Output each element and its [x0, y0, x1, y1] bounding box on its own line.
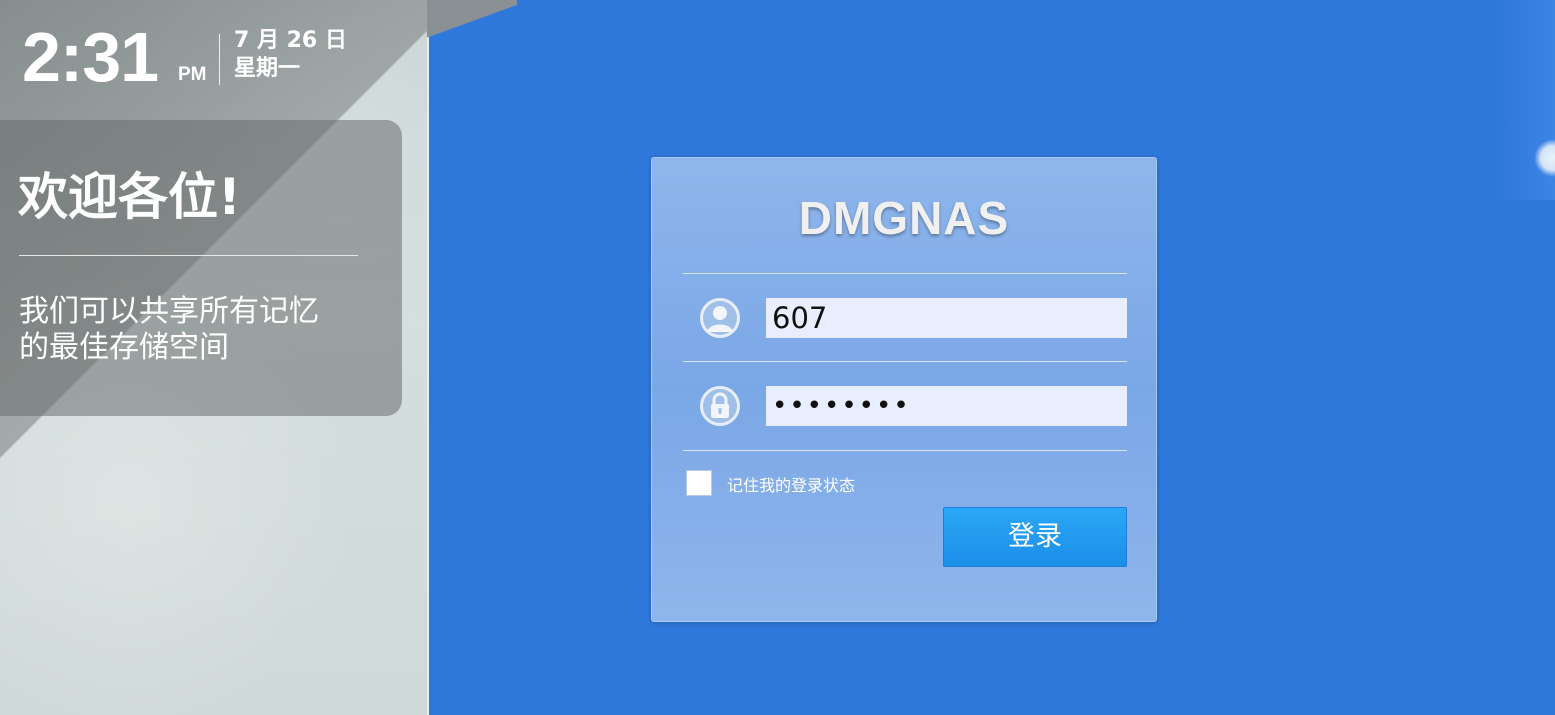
login-divider: [683, 273, 1127, 274]
clock-ampm: PM: [178, 64, 207, 85]
clock-time: 2:31: [22, 18, 159, 96]
remember-checkbox[interactable]: [686, 470, 712, 496]
welcome-message-line2: 的最佳存储空间: [19, 330, 229, 365]
password-input[interactable]: [766, 386, 1127, 426]
remember-label[interactable]: 记住我的登录状态: [727, 472, 855, 496]
welcome-message: 我们可以共享所有记忆 的最佳存储空间: [19, 294, 364, 366]
clock-date: 7 月 26 日: [234, 28, 347, 53]
welcome-message-line1: 我们可以共享所有记忆: [19, 294, 319, 329]
clock-separator: [219, 34, 220, 85]
login-divider: [683, 361, 1127, 362]
login-card: DMGNAS 记住我的登录状态 登录: [651, 157, 1157, 622]
welcome-title: 欢迎各位!: [18, 168, 241, 226]
login-button[interactable]: 登录: [943, 507, 1127, 567]
welcome-card: 欢迎各位! 我们可以共享所有记忆 的最佳存储空间: [0, 120, 402, 416]
wallpaper-shard: [427, 0, 517, 50]
login-title: DMGNAS: [798, 192, 1010, 244]
clock-weekday: 星期一: [234, 56, 301, 81]
user-icon: [700, 298, 740, 338]
welcome-divider: [19, 255, 358, 256]
login-divider: [683, 450, 1127, 451]
username-input[interactable]: [766, 298, 1127, 338]
lock-icon: [700, 386, 740, 426]
wallpaper-edge: [427, 0, 429, 715]
cloud-decoration: [1535, 138, 1555, 178]
